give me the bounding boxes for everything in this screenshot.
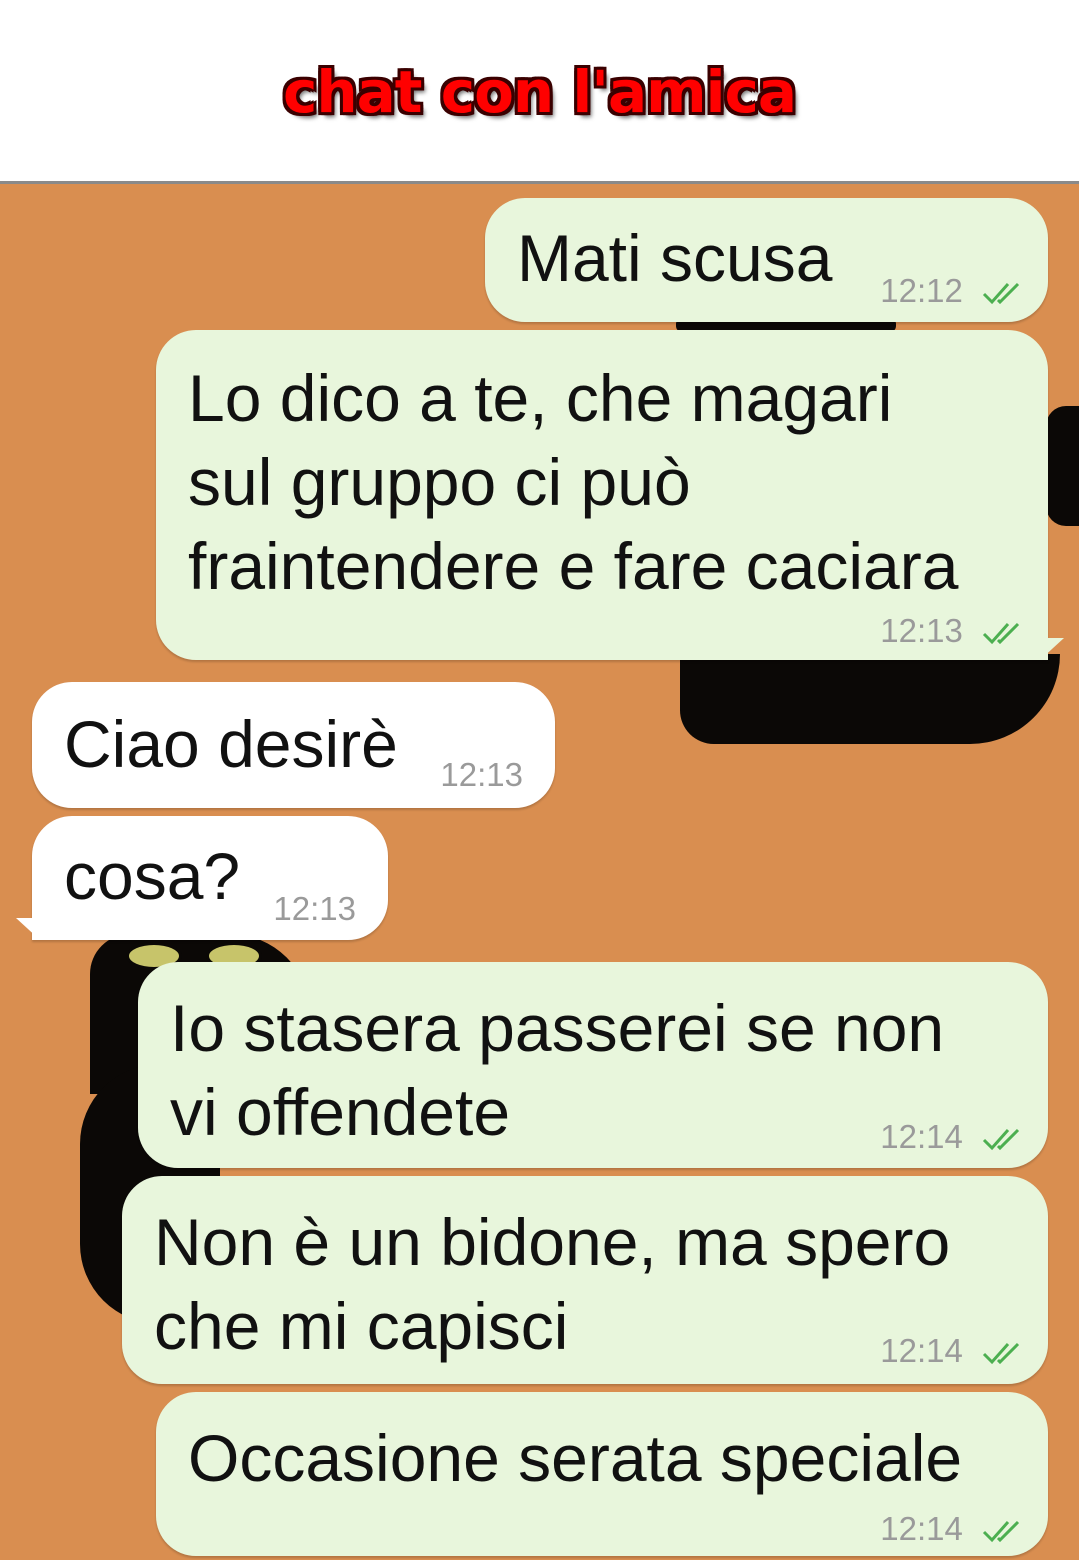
message-meta: 12:12: [880, 272, 1028, 310]
message-meta: 12:14: [880, 1510, 1028, 1548]
message-text: Io stasera passerei se non vi offendete: [170, 991, 945, 1149]
message-meta: 12:14: [880, 1118, 1028, 1156]
message-time: 12:14: [880, 1332, 963, 1369]
message-text: Ciao desirè: [64, 707, 398, 781]
message-time: 12:13: [880, 612, 963, 649]
message-bubble-outgoing[interactable]: Lo dico a te, che magari sul gruppo ci p…: [156, 330, 1048, 660]
chat-header: chat con l'amica: [0, 0, 1079, 184]
chat-title: chat con l'amica: [282, 58, 797, 126]
message-meta: 12:14: [880, 1332, 1028, 1370]
message-time: 12:14: [880, 1510, 963, 1547]
read-ticks-icon: [982, 1521, 1020, 1543]
bubble-tail: [1040, 638, 1064, 660]
read-ticks-icon: [982, 623, 1020, 645]
bubble-tail: [16, 918, 40, 940]
read-ticks-icon: [982, 1343, 1020, 1365]
message-bubble-outgoing[interactable]: Occasione serata speciale 12:14: [156, 1392, 1048, 1556]
wallpaper-cat-ear-right: [1046, 406, 1079, 526]
message-meta: 12:13: [440, 756, 523, 794]
message-time: 12:13: [273, 890, 356, 927]
read-ticks-icon: [982, 283, 1020, 305]
message-bubble-incoming[interactable]: cosa? 12:13: [32, 816, 388, 940]
message-meta: 12:13: [880, 612, 1028, 650]
message-text: Mati scusa: [517, 221, 833, 295]
message-time: 12:13: [440, 756, 523, 793]
message-time: 12:14: [880, 1118, 963, 1155]
message-bubble-outgoing[interactable]: Io stasera passerei se non vi offendete …: [138, 962, 1048, 1168]
message-text: Lo dico a te, che magari sul gruppo ci p…: [188, 361, 959, 603]
message-text: Non è un bidone, ma spero che mi capisci: [154, 1205, 951, 1363]
wallpaper-cat-head: [680, 654, 1060, 744]
message-meta: 12:13: [273, 890, 356, 928]
chat-area[interactable]: Mati scusa 12:12 Lo dico a te, che magar…: [0, 184, 1079, 1560]
read-ticks-icon: [982, 1129, 1020, 1151]
message-time: 12:12: [880, 272, 963, 309]
message-text: Occasione serata speciale: [188, 1421, 963, 1495]
message-bubble-outgoing[interactable]: Mati scusa 12:12: [485, 198, 1048, 322]
message-bubble-outgoing[interactable]: Non è un bidone, ma spero che mi capisci…: [122, 1176, 1048, 1384]
message-bubble-incoming[interactable]: Ciao desirè 12:13: [32, 682, 555, 808]
message-text: cosa?: [64, 839, 241, 913]
